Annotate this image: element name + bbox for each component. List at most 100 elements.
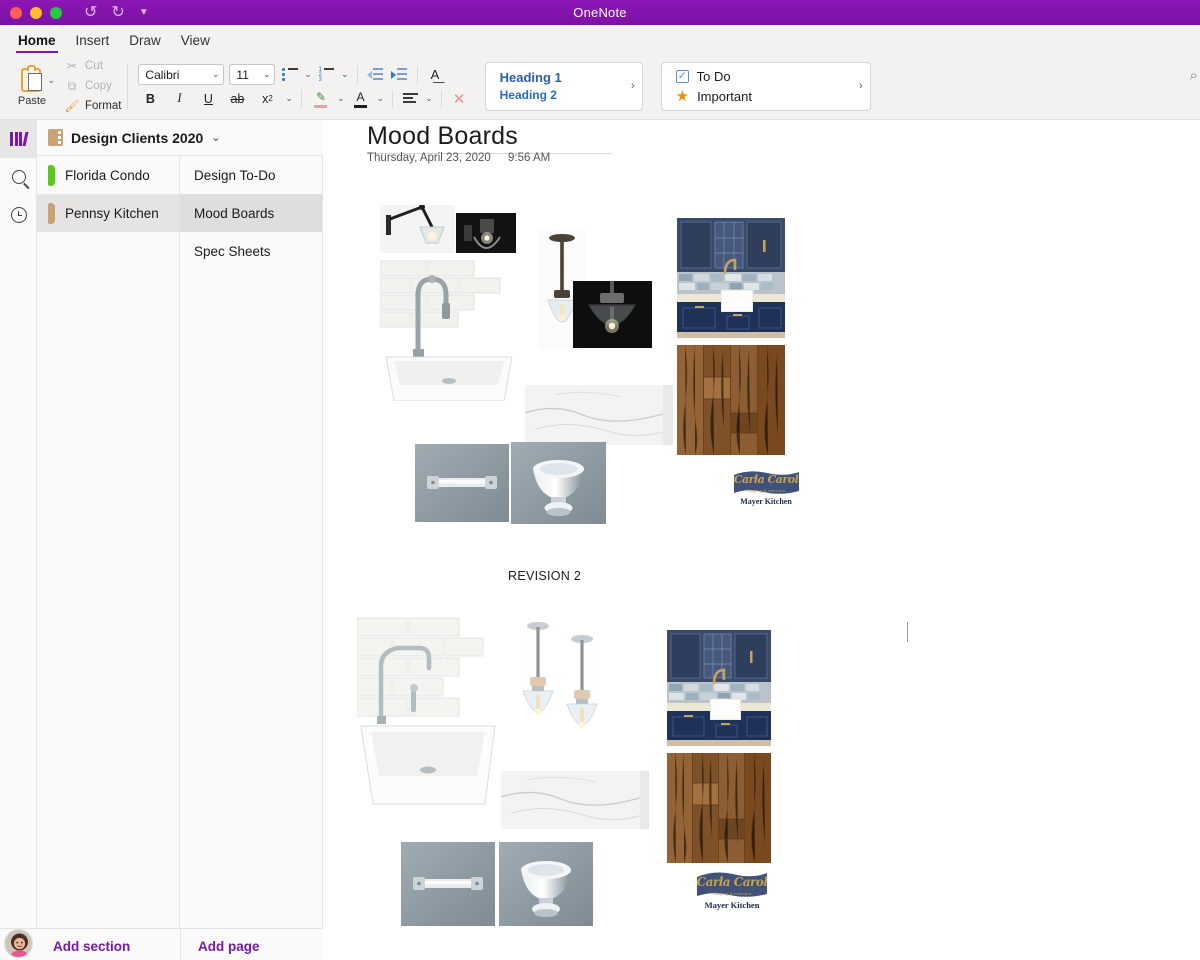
italic-button[interactable]: I — [167, 89, 191, 108]
rail-recent-button[interactable] — [0, 196, 37, 234]
bullet-list-icon — [281, 67, 298, 81]
font-size-select[interactable]: 11 ⌄ — [229, 64, 276, 85]
page-date[interactable]: Thursday, April 23, 2020 — [367, 152, 491, 164]
image-cabinet-bin-pull[interactable] — [415, 444, 509, 522]
page-label: Mood Boards — [194, 205, 275, 221]
font-color-button[interactable]: A — [350, 89, 372, 108]
font-family-value: Calibri — [145, 67, 180, 82]
chevron-right-icon[interactable]: › — [859, 80, 863, 92]
sidebar-item-florida-condo[interactable]: Florida Condo — [37, 156, 179, 194]
image-navy-kitchen[interactable] — [677, 218, 785, 338]
image-farmhouse-sink-faucet[interactable] — [380, 253, 528, 401]
font-family-select[interactable]: Calibri ⌄ — [138, 64, 225, 85]
tag-todo-label: To Do — [696, 68, 731, 84]
image-navy-kitchen[interactable] — [667, 630, 771, 746]
section-list: Florida Condo Pennsy Kitchen — [37, 156, 180, 928]
bullet-list-chevron-down-icon[interactable]: ⌄ — [304, 69, 312, 80]
image-wood-flooring[interactable] — [667, 753, 771, 863]
bullet-list-button[interactable] — [280, 65, 299, 84]
copy-button[interactable]: ⧉ Copy — [64, 78, 121, 95]
image-pendant-light-black-bg[interactable] — [573, 281, 652, 348]
add-section-button[interactable]: Add section — [53, 939, 130, 954]
add-page-button[interactable]: Add page — [198, 939, 260, 954]
mood-board-revision-1[interactable]: Carla Carol Staging & Interiors Mayer Ki… — [380, 205, 840, 535]
chevron-right-icon[interactable]: › — [631, 80, 635, 92]
brand-logo: Carla Carol Staging & Interiors Mayer Ki… — [692, 870, 772, 912]
avatar[interactable] — [4, 929, 33, 958]
image-marble-countertop[interactable] — [525, 385, 673, 445]
paintbrush-icon: 🖌 — [64, 99, 80, 113]
mood-board-revision-2[interactable]: Carla Carol Staging & Interiors Mayer Ki… — [357, 608, 807, 938]
tag-todo[interactable]: To Do — [675, 68, 752, 84]
alignment-button[interactable] — [401, 89, 420, 108]
highlight-chevron-down-icon[interactable]: ⌄ — [337, 93, 345, 104]
increase-indent-button[interactable] — [390, 65, 409, 84]
font-size-value: 11 — [236, 67, 249, 82]
chevron-down-icon[interactable]: ⌄ — [211, 131, 220, 144]
notebook-name: Design Clients 2020 — [71, 129, 204, 146]
page-time[interactable]: 9:56 AM — [508, 152, 550, 164]
numbered-list-button[interactable]: 123 — [317, 65, 336, 84]
image-chrome-pendant-pair[interactable] — [511, 613, 609, 763]
tab-home[interactable]: Home — [8, 33, 66, 53]
strikethrough-button[interactable]: ab — [225, 89, 249, 108]
copy-pages-icon: ⧉ — [67, 78, 77, 93]
ribbon-toolbar: ⌄ Paste ✂ Cut ⧉ Copy 🖌 Format Calibri ⌄ … — [0, 53, 1200, 120]
rail-notebooks-button[interactable] — [0, 120, 37, 158]
search-icon[interactable]: ⌕ — [1190, 67, 1198, 84]
page-item-mood-boards[interactable]: Mood Boards — [180, 194, 322, 232]
bold-button[interactable]: B — [138, 89, 162, 108]
page-canvas[interactable]: Mood Boards Thursday, April 23, 2020 9:5… — [323, 120, 1200, 960]
tab-draw[interactable]: Draw — [119, 33, 171, 53]
page-item-spec-sheets[interactable]: Spec Sheets — [180, 232, 322, 270]
style-heading-1[interactable]: Heading 1 — [500, 70, 562, 85]
numbered-list-chevron-down-icon[interactable]: ⌄ — [341, 69, 349, 80]
notebook-header[interactable]: Design Clients 2020 ⌄ — [37, 120, 323, 156]
page-title[interactable]: Mood Boards — [367, 122, 518, 151]
tags-gallery[interactable]: To Do ★ Important › — [660, 61, 871, 111]
tab-insert[interactable]: Insert — [66, 33, 120, 53]
style-heading-2[interactable]: Heading 2 — [500, 88, 562, 102]
chevron-down-icon[interactable]: ⌄ — [47, 75, 55, 86]
alignment-chevron-down-icon[interactable]: ⌄ — [425, 93, 433, 104]
font-color-chevron-down-icon[interactable]: ⌄ — [377, 93, 385, 104]
highlight-button[interactable]: ✎ — [310, 89, 332, 108]
underline-button[interactable]: U — [196, 89, 220, 108]
image-farmhouse-sink-bridge-faucet[interactable] — [357, 608, 505, 808]
rail-search-button[interactable] — [0, 158, 37, 196]
numbered-list-icon: 123 — [318, 67, 335, 83]
image-cabinet-knob[interactable] — [499, 842, 593, 926]
tag-important[interactable]: ★ Important — [676, 89, 752, 104]
image-cabinet-knob[interactable] — [511, 442, 606, 524]
align-left-icon — [403, 93, 419, 104]
paste-button[interactable]: ⌄ Paste — [6, 65, 58, 107]
sidebar-item-pennsy-kitchen[interactable]: Pennsy Kitchen — [37, 194, 179, 232]
image-marble-countertop[interactable] — [501, 771, 649, 829]
chevron-down-icon: ⌄ — [211, 69, 220, 79]
image-cabinet-bin-pull[interactable] — [401, 842, 495, 926]
page-item-design-to-do[interactable]: Design To-Do — [180, 156, 322, 194]
paste-label: Paste — [17, 95, 47, 107]
format-painter-button[interactable]: 🖌 Format — [64, 98, 121, 115]
page-list: Design To-Do Mood Boards Spec Sheets — [180, 156, 323, 928]
clear-formatting-button[interactable]: A͟ — [426, 65, 445, 84]
tab-view[interactable]: View — [171, 33, 220, 53]
search-icon — [11, 170, 26, 184]
subscript-button[interactable]: x2 — [254, 89, 280, 108]
cut-button[interactable]: ✂ Cut — [64, 58, 121, 75]
page-label: Spec Sheets — [194, 243, 271, 259]
clear-formatting-icon: A͟ — [430, 67, 440, 82]
star-icon: ★ — [675, 87, 690, 105]
section-label: Florida Condo — [65, 167, 150, 183]
styles-gallery[interactable]: Heading 1 Heading 2 › — [484, 61, 643, 111]
subscript-chevron-down-icon[interactable]: ⌄ — [285, 93, 293, 104]
checkbox-icon — [675, 69, 689, 83]
decrease-indent-button[interactable] — [366, 65, 385, 84]
revision-label[interactable]: REVISION 2 — [508, 569, 581, 583]
footer-divider — [180, 928, 181, 960]
remove-formatting-button[interactable]: ✕ — [450, 89, 469, 108]
brand-logo: Carla Carol Staging & Interiors Mayer Ki… — [729, 469, 803, 509]
image-wood-flooring[interactable] — [677, 345, 785, 455]
ribbon-tab-bar: Home Insert Draw View — [0, 25, 1200, 53]
logo-script-text: Carla Carol — [696, 875, 768, 889]
